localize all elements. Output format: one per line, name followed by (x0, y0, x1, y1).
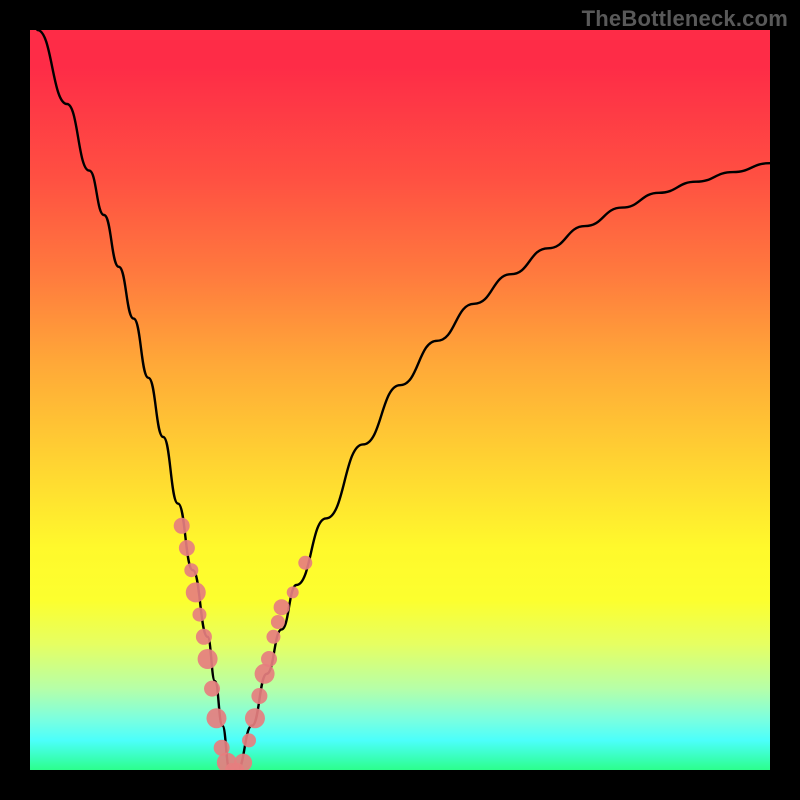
data-point (184, 563, 198, 577)
data-point (174, 518, 190, 534)
marker-group (174, 518, 313, 770)
data-point (206, 708, 226, 728)
data-point (271, 615, 285, 629)
chart-frame: TheBottleneck.com (0, 0, 800, 800)
data-point (274, 599, 290, 615)
data-point (204, 681, 220, 697)
watermark-text: TheBottleneck.com (582, 6, 788, 32)
chart-svg (30, 30, 770, 770)
data-point (266, 630, 280, 644)
data-point (198, 649, 218, 669)
data-point (179, 540, 195, 556)
data-point (251, 688, 267, 704)
data-point (234, 754, 252, 770)
data-point (298, 556, 312, 570)
data-point (192, 608, 206, 622)
plot-area (30, 30, 770, 770)
data-point (242, 733, 256, 747)
data-point (186, 582, 206, 602)
data-point (255, 664, 275, 684)
bottleneck-curve (37, 30, 770, 770)
data-point (287, 586, 299, 598)
data-point (261, 651, 277, 667)
data-point (196, 629, 212, 645)
data-point (245, 708, 265, 728)
